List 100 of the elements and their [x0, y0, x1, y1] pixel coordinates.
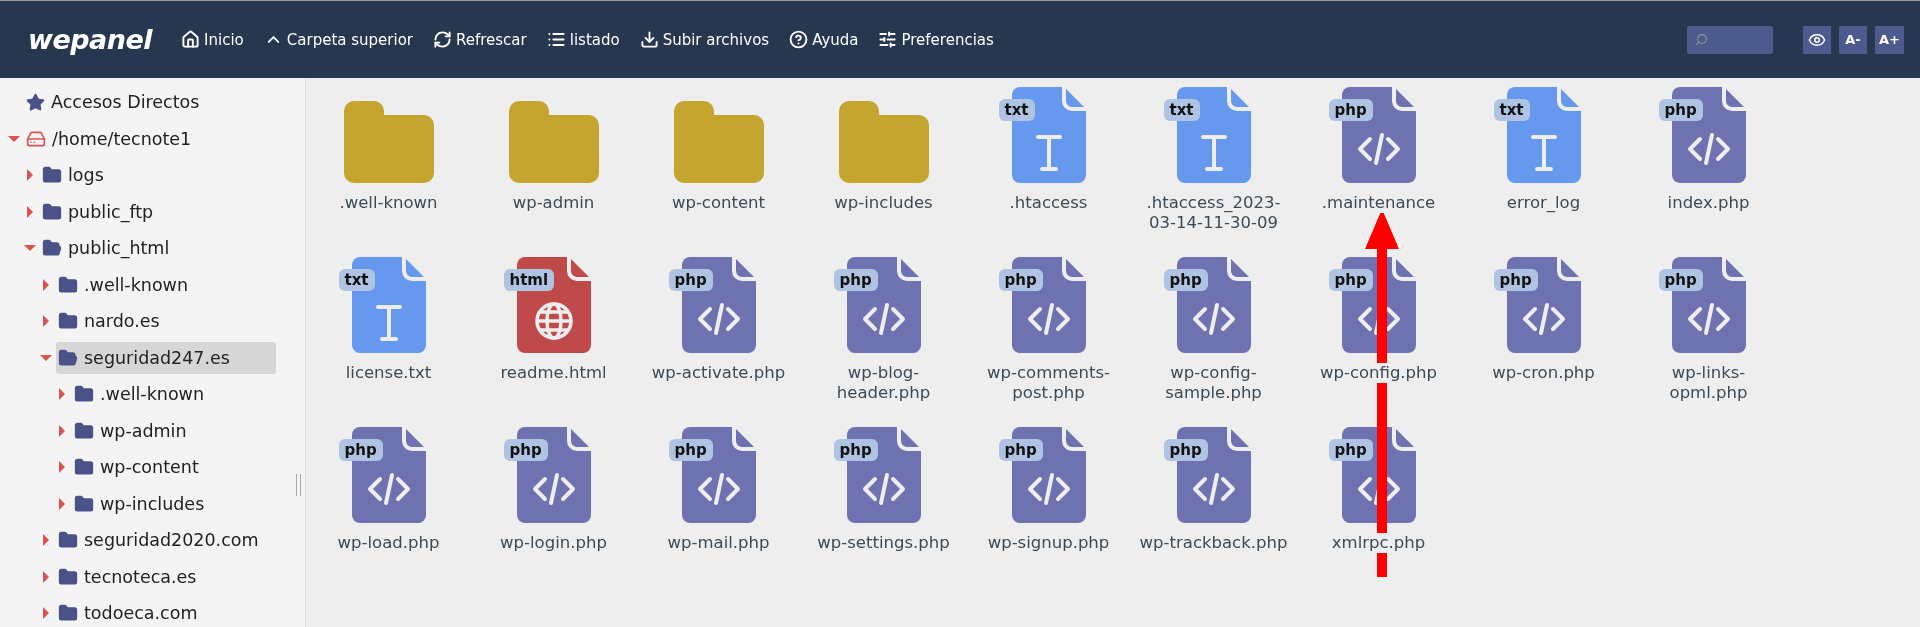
file-type-badge: php	[338, 439, 383, 461]
folder-icon	[74, 493, 94, 514]
tree-item[interactable]: todoeca.com	[56, 597, 206, 627]
file-type-badge: php	[1658, 99, 1703, 121]
sliders-icon	[878, 30, 898, 49]
folder-icon	[343, 101, 434, 183]
refresh-icon	[433, 30, 452, 49]
file-type-badge: php	[668, 269, 713, 291]
tree-item[interactable]: seguridad247.es	[56, 341, 276, 374]
file-type-badge: txt	[1163, 99, 1200, 121]
file-type-badge: php	[1493, 269, 1538, 291]
file-type-badge: html	[503, 269, 555, 291]
file-item[interactable]: php wp-load.php	[306, 423, 471, 593]
file-type-badge: txt	[998, 99, 1035, 121]
logo[interactable]: wepanel	[28, 24, 153, 55]
file-type-badge: php	[1328, 269, 1373, 291]
caret-right-icon[interactable]	[40, 315, 52, 328]
caret-right-icon[interactable]	[40, 607, 52, 620]
file-item[interactable]: php wp-login.php	[471, 423, 636, 593]
folder-icon	[42, 201, 62, 222]
folder-item[interactable]: wp-includes	[801, 83, 966, 253]
tree-item[interactable]: logs	[40, 159, 112, 192]
caret-right-icon[interactable]	[24, 205, 36, 218]
file-type-badge: php	[998, 439, 1043, 461]
file-item[interactable]: php wp-trackback.php	[1131, 423, 1296, 593]
toolbar-button[interactable]: Ayuda	[782, 30, 866, 49]
star-icon	[26, 92, 45, 112]
font-size-button[interactable]: A+	[1875, 25, 1904, 54]
folder-icon	[58, 603, 78, 624]
caret-right-icon[interactable]	[40, 534, 52, 547]
toolbar-button[interactable]: listado	[539, 30, 627, 49]
view-button[interactable]	[1803, 25, 1832, 54]
home-icon	[181, 30, 201, 49]
file-type-badge: txt	[338, 269, 375, 291]
file-type-badge: php	[833, 269, 878, 291]
caret-right-icon[interactable]	[40, 278, 52, 291]
tree-item[interactable]: nardo.es	[56, 305, 168, 338]
tree-item[interactable]: wp-content	[72, 451, 207, 484]
caret-right-icon[interactable]	[56, 461, 68, 474]
toolbar-button[interactable]: Subir archivos	[632, 30, 777, 49]
folder-item[interactable]: wp-admin	[471, 83, 636, 253]
file-item[interactable]: txt license.txt	[306, 253, 471, 423]
tree-item[interactable]: wp-admin	[72, 414, 195, 447]
folder-icon	[74, 457, 94, 478]
tree-item[interactable]: seguridad2020.com	[56, 524, 267, 557]
folder-icon	[58, 566, 78, 587]
folder-icon	[74, 384, 94, 405]
file-item[interactable]: php wp-settings.php	[801, 423, 966, 593]
folder-icon	[673, 101, 764, 183]
toolbar-button[interactable]: Preferencias	[871, 30, 1001, 49]
file-item[interactable]: html readme.html	[471, 253, 636, 423]
file-type-badge: php	[1163, 269, 1208, 291]
file-item[interactable]: php wp-blog-header.php	[801, 253, 966, 423]
toolbar-button[interactable]: Carpeta superior	[256, 30, 420, 49]
file-type-badge: php	[1328, 439, 1373, 461]
toolbar-button[interactable]: Inicio	[174, 30, 251, 49]
file-type-badge: php	[1328, 99, 1373, 121]
file-type-badge: php	[1163, 439, 1208, 461]
open-folder-icon	[58, 347, 78, 368]
resize-handle[interactable]	[296, 474, 301, 496]
caret-right-icon[interactable]	[56, 497, 68, 510]
file-item[interactable]: txt error_log	[1461, 83, 1626, 253]
help-icon	[789, 30, 809, 49]
font-size-button[interactable]: A-	[1839, 25, 1868, 54]
tree-item[interactable]: public_html	[40, 232, 178, 265]
file-item[interactable]: txt .htaccess_2023-03-14-11-30-09	[1131, 83, 1296, 253]
tree-item[interactable]: /home/tecnote1	[24, 122, 200, 155]
tree-item[interactable]: Accesos Directos	[24, 86, 208, 119]
file-item[interactable]: php index.php	[1626, 83, 1791, 253]
file-type-badge: php	[668, 439, 713, 461]
tree-item[interactable]: wp-includes	[72, 487, 213, 520]
file-type-badge: php	[833, 439, 878, 461]
caret-right-icon[interactable]	[56, 388, 68, 401]
file-item[interactable]: php wp-cron.php	[1461, 253, 1626, 423]
file-item[interactable]: php wp-activate.php	[636, 253, 801, 423]
file-item[interactable]: php wp-links-opml.php	[1626, 253, 1791, 423]
file-type-badge: php	[1658, 269, 1703, 291]
file-item[interactable]: php wp-config-sample.php	[1131, 253, 1296, 423]
tree-item[interactable]: public_ftp	[40, 195, 162, 228]
file-item[interactable]: php wp-signup.php	[966, 423, 1131, 593]
folder-icon	[838, 101, 929, 183]
tree-item[interactable]: .well-known	[56, 268, 197, 301]
file-item[interactable]: txt .htaccess	[966, 83, 1131, 253]
file-item[interactable]: php .maintenance	[1296, 83, 1461, 253]
tree-item[interactable]: .well-known	[72, 378, 213, 411]
file-type-badge: php	[998, 269, 1043, 291]
caret-right-icon[interactable]	[24, 169, 36, 182]
folder-icon	[508, 101, 599, 183]
list-icon	[546, 30, 566, 49]
search-field[interactable]	[1687, 25, 1774, 54]
search-icon	[1695, 33, 1709, 46]
tree-item[interactable]: tecnoteca.es	[56, 560, 205, 593]
folder-item[interactable]: .well-known	[306, 83, 471, 253]
folder-item[interactable]: wp-content	[636, 83, 801, 253]
caret-right-icon[interactable]	[40, 570, 52, 583]
folder-icon	[74, 420, 94, 441]
file-item[interactable]: php wp-mail.php	[636, 423, 801, 593]
toolbar-button[interactable]: Refrescar	[426, 30, 534, 49]
file-item[interactable]: php wp-comments-post.php	[966, 253, 1131, 423]
caret-right-icon[interactable]	[56, 424, 68, 437]
